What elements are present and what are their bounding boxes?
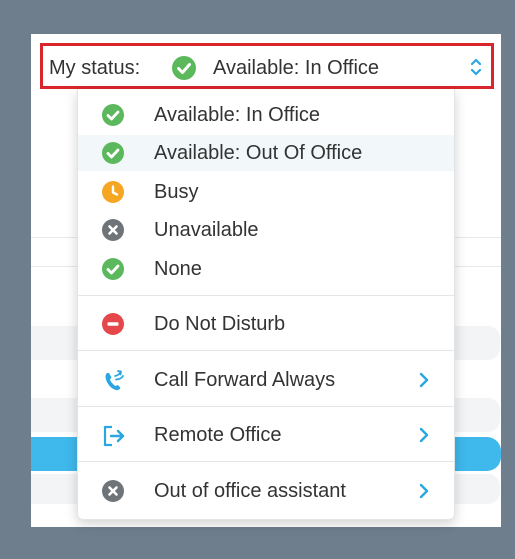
- menu-item-available-in-office[interactable]: Available: In Office: [78, 97, 454, 133]
- menu-item-label: Do Not Disturb: [154, 313, 286, 335]
- minus-circle-icon: [102, 313, 124, 335]
- menu-item-none[interactable]: None: [78, 251, 454, 287]
- menu-item-label: Out of office assistant: [154, 480, 346, 502]
- check-circle-icon: [172, 56, 196, 85]
- menu-item-out-of-office-assistant[interactable]: Out of office assistant: [78, 473, 454, 509]
- status-selector[interactable]: My status: Available: In Office: [40, 43, 494, 89]
- menu-divider: [78, 295, 454, 296]
- menu-item-busy[interactable]: Busy: [78, 174, 454, 210]
- status-label: My status:: [49, 57, 141, 79]
- menu-item-label: Available: In Office: [154, 104, 321, 126]
- phone-forward-icon: [102, 369, 124, 391]
- check-circle-icon: [102, 104, 124, 126]
- chevron-right-icon: [418, 371, 430, 394]
- x-circle-icon: [102, 480, 124, 502]
- menu-item-label: Remote Office: [154, 424, 282, 446]
- menu-divider: [78, 461, 454, 462]
- menu-item-label: Available: Out Of Office: [154, 142, 363, 164]
- menu-item-label: Unavailable: [154, 219, 259, 241]
- menu-item-label: Busy: [154, 181, 199, 203]
- menu-item-remote-office[interactable]: Remote Office: [78, 417, 454, 453]
- menu-item-call-forward-always[interactable]: Call Forward Always: [78, 362, 454, 398]
- status-dropdown-menu: Available: In Office Available: Out Of O…: [77, 89, 455, 520]
- chevron-right-icon: [418, 426, 430, 449]
- check-circle-icon: [102, 258, 124, 280]
- clock-icon: [102, 181, 124, 203]
- chevron-right-icon: [418, 482, 430, 505]
- menu-item-label: Call Forward Always: [154, 369, 336, 391]
- menu-item-available-out-of-office[interactable]: Available: Out Of Office: [78, 135, 454, 171]
- sign-out-icon: [102, 424, 125, 447]
- menu-item-label: None: [154, 258, 202, 280]
- check-circle-icon: [102, 142, 124, 164]
- menu-item-unavailable[interactable]: Unavailable: [78, 212, 454, 248]
- status-value: Available: In Office: [213, 57, 380, 79]
- menu-item-do-not-disturb[interactable]: Do Not Disturb: [78, 306, 454, 342]
- menu-divider: [78, 350, 454, 351]
- menu-divider: [78, 406, 454, 407]
- up-down-chevron-icon: [469, 56, 483, 83]
- x-circle-icon: [102, 219, 124, 241]
